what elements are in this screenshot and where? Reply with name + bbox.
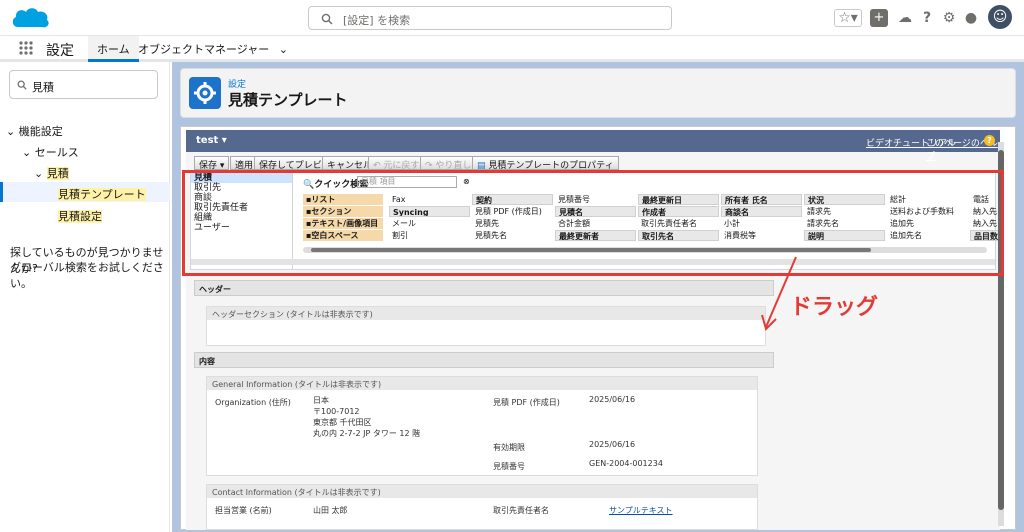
search-icon xyxy=(17,80,27,90)
chevron-down-icon[interactable]: ⌄ xyxy=(279,43,288,56)
rep-label: 担当営業 (名前) xyxy=(215,506,272,515)
org-label: Organization (住所) xyxy=(215,398,291,407)
help-icon[interactable]: ? xyxy=(984,135,995,146)
template-name-menu[interactable]: test ▾ xyxy=(196,135,227,146)
tree-item-label: 見積設定 xyxy=(58,210,102,223)
app-name: 設定 xyxy=(46,43,74,59)
search-icon xyxy=(321,13,333,25)
pdf-label: 見積 PDF (作成日) xyxy=(493,398,560,407)
contact-name-label: 取引先責任者名 xyxy=(493,506,549,515)
drag-annotation-label: ドラッグ xyxy=(790,295,879,320)
global-search-input[interactable]: [設定] を検索 xyxy=(308,6,672,30)
tree-item-feature-settings[interactable]: ⌄ 機能設定 xyxy=(6,123,63,139)
contact-info-title: Contact Information (タイトルは非表示です) xyxy=(207,485,757,498)
org-value-3: 東京都 千代田区 xyxy=(313,418,372,427)
quick-find-value: 見積 xyxy=(32,81,54,94)
tree-item-label: 見積テンプレート xyxy=(58,188,146,201)
editor-header: test ▾ ビデオチュートリアル このページのヘルプ ? xyxy=(186,130,1000,162)
header-section-box[interactable]: ヘッダーセクション (タイトルは非表示です) xyxy=(206,306,766,346)
help-icon[interactable]: ? xyxy=(918,9,936,27)
quote-number-value: GEN-2004-001234 xyxy=(589,459,663,468)
tab-object-manager[interactable]: オブジェクトマネージャー ⌄ xyxy=(138,41,288,57)
save-button[interactable]: 保存 ▾ xyxy=(194,156,230,171)
quick-find-input[interactable]: 見積 xyxy=(9,70,158,99)
redo-button[interactable]: ↷ やり直し xyxy=(420,156,477,171)
expiry-label: 有効期限 xyxy=(493,443,525,452)
setup-gear-icon xyxy=(189,77,221,109)
palette-highlight-box xyxy=(182,170,1004,276)
tree-item-quote-templates[interactable]: 見積テンプレート xyxy=(0,182,170,202)
tab-object-manager-label: オブジェクトマネージャー xyxy=(138,43,270,56)
tree-item-quotes[interactable]: ⌄ 見積 xyxy=(34,165,69,181)
global-header: [設定] を検索 ☆▾ + ☁ ? ⚙ ● ☺ xyxy=(0,0,1024,36)
org-value-2: 〒100-7012 xyxy=(313,407,360,416)
general-info-box[interactable]: General Information (タイトルは非表示です) Organiz… xyxy=(206,376,758,476)
salesforce-logo-icon[interactable] xyxy=(10,5,50,31)
tree-item-label: 機能設定 xyxy=(18,125,63,138)
pdf-value: 2025/06/16 xyxy=(589,395,636,404)
user-avatar-icon[interactable]: ☺ xyxy=(988,5,1012,29)
org-value-1: 日本 xyxy=(313,396,329,405)
org-value-4: 丸の内 2-7-2 JP タワー 12 階 xyxy=(313,429,421,438)
tab-home[interactable]: ホーム xyxy=(88,36,139,62)
global-actions-add-icon[interactable]: + xyxy=(870,9,888,27)
contact-info-box[interactable]: Contact Information (タイトルは非表示です) 担当営業 (名… xyxy=(206,484,758,530)
app-launcher-icon[interactable] xyxy=(18,40,34,56)
setup-gear-icon[interactable]: ⚙ xyxy=(940,9,958,27)
undo-button[interactable]: ↶ 元に戻す xyxy=(368,156,425,171)
page-header: 設定 見積テンプレート xyxy=(180,68,1016,118)
template-name: test xyxy=(196,135,219,146)
expiry-value: 2025/06/16 xyxy=(589,440,636,449)
contact-name-value[interactable]: サンプルテキスト xyxy=(609,505,673,516)
page-title: 見積テンプレート xyxy=(228,91,348,109)
notifications-bell-icon[interactable]: ● xyxy=(962,9,980,27)
template-properties-button[interactable]: ▤ 見積テンプレートのプロパティ xyxy=(472,156,619,171)
tree-item-sales[interactable]: ⌄ セールス xyxy=(22,144,79,160)
app-navigation-bar: 設定 ホーム オブジェクトマネージャー ⌄ xyxy=(0,36,1024,62)
section-header[interactable]: ヘッダー xyxy=(194,280,774,296)
header-section-title: ヘッダーセクション (タイトルは非表示です) xyxy=(207,307,765,320)
tree-item-label: 見積 xyxy=(46,167,69,180)
general-info-title: General Information (タイトルは非表示です) xyxy=(207,377,757,390)
setup-sidebar: 見積 ⌄ 機能設定 ⌄ セールス ⌄ 見積 見積テンプレート 見積設定 探してい… xyxy=(0,62,170,532)
section-content[interactable]: 内容 xyxy=(194,352,774,368)
favorites-star-icon[interactable]: ☆▾ xyxy=(834,9,862,27)
tree-item-label: セールス xyxy=(34,146,79,159)
global-search-hint: グローバル検索をお試しください。 xyxy=(10,261,164,290)
trailhead-guidance-icon[interactable]: ☁ xyxy=(896,9,914,27)
search-placeholder: [設定] を検索 xyxy=(343,14,411,27)
tree-item-quote-settings[interactable]: 見積設定 xyxy=(58,208,102,224)
rep-value: 山田 太郎 xyxy=(313,506,348,515)
quote-number-label: 見積番号 xyxy=(493,462,525,471)
